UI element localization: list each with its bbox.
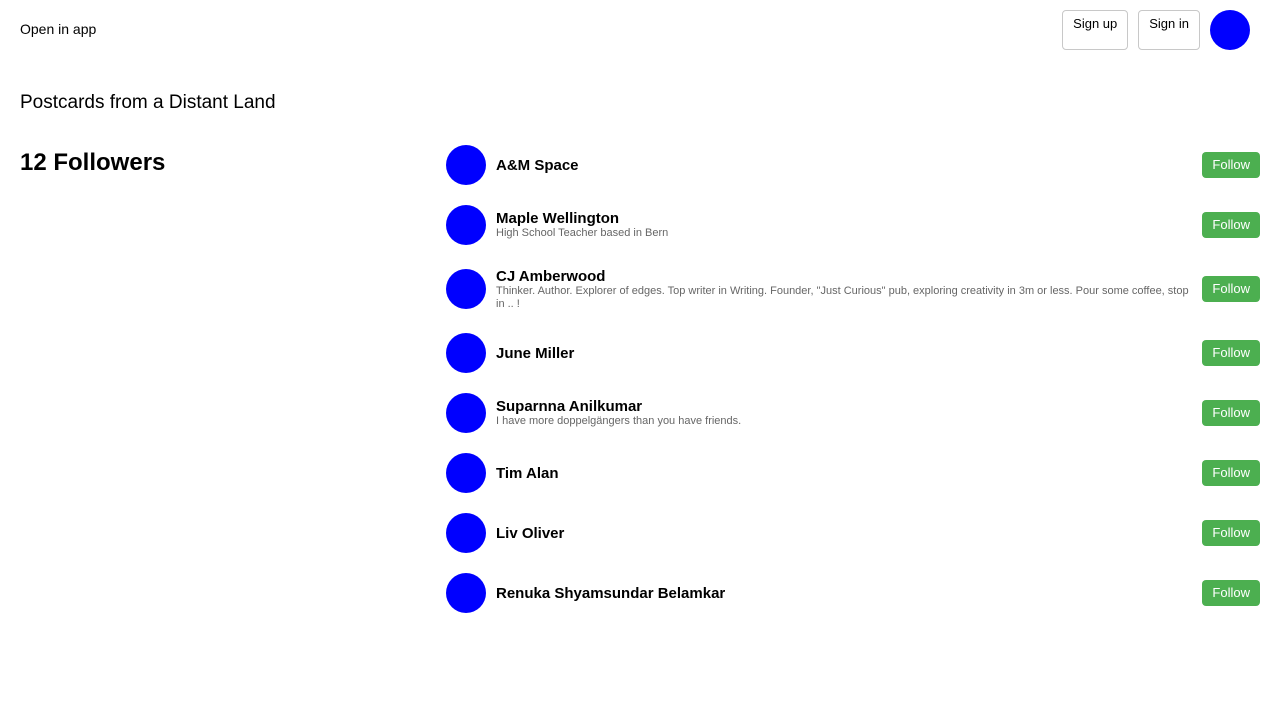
- follow-button[interactable]: Follow: [1202, 460, 1260, 486]
- follower-bio: I have more doppelgängers than you have …: [496, 415, 742, 427]
- follower-list: A&M Space Follow Maple Wellington High S…: [446, 145, 1260, 633]
- follower-info: Renuka Shyamsundar Belamkar: [496, 573, 1200, 613]
- follower-info: Suparnna Anilkumar I have more doppelgän…: [496, 393, 1200, 433]
- follower-bio: High School Teacher based in Bern: [496, 227, 669, 239]
- follower-row: Tim Alan Follow: [446, 453, 1260, 493]
- open-in-app-link[interactable]: Open in app: [20, 21, 96, 37]
- follower-info: Liv Oliver: [496, 513, 1200, 553]
- follower-info: June Miller: [496, 333, 1200, 373]
- follow-button[interactable]: Follow: [1202, 580, 1260, 606]
- follower-avatar-icon[interactable]: [446, 513, 486, 553]
- follower-row: Renuka Shyamsundar Belamkar Follow: [446, 573, 1260, 613]
- follow-button[interactable]: Follow: [1202, 276, 1260, 302]
- user-avatar-icon[interactable]: [1210, 10, 1250, 50]
- follower-avatar-icon[interactable]: [446, 145, 486, 185]
- follower-name[interactable]: Tim Alan: [496, 465, 1200, 482]
- follower-row: Liv Oliver Follow: [446, 513, 1260, 553]
- follow-button[interactable]: Follow: [1202, 152, 1260, 178]
- follower-name[interactable]: CJ Amberwood: [496, 268, 1200, 285]
- follower-name[interactable]: Liv Oliver: [496, 525, 1200, 542]
- follow-button[interactable]: Follow: [1202, 400, 1260, 426]
- follower-row: A&M Space Follow: [446, 145, 1260, 185]
- follower-info: Tim Alan: [496, 453, 1200, 493]
- follow-button[interactable]: Follow: [1202, 340, 1260, 366]
- follower-name[interactable]: Maple Wellington: [496, 210, 1200, 227]
- follower-info: A&M Space: [496, 145, 1200, 185]
- follow-button[interactable]: Follow: [1202, 212, 1260, 238]
- follower-info: CJ Amberwood Thinker. Author. Explorer o…: [496, 265, 1200, 313]
- follow-button[interactable]: Follow: [1202, 520, 1260, 546]
- publication-title[interactable]: Postcards from a Distant Land: [20, 92, 276, 114]
- follower-avatar-icon[interactable]: [446, 205, 486, 245]
- top-bar: Open in app Sign up Sign in: [0, 0, 1280, 60]
- follower-avatar-icon[interactable]: [446, 333, 486, 373]
- follower-row: CJ Amberwood Thinker. Author. Explorer o…: [446, 265, 1260, 313]
- follower-row: Suparnna Anilkumar I have more doppelgän…: [446, 393, 1260, 433]
- follower-name[interactable]: Renuka Shyamsundar Belamkar: [496, 585, 1200, 602]
- follower-name[interactable]: A&M Space: [496, 157, 1200, 174]
- follower-row: Maple Wellington High School Teacher bas…: [446, 205, 1260, 245]
- follower-info: Maple Wellington High School Teacher bas…: [496, 205, 1200, 245]
- page: Open in app Sign up Sign in Postcards fr…: [0, 0, 1280, 720]
- follower-name[interactable]: June Miller: [496, 345, 1200, 362]
- auth-controls: Sign up Sign in: [1062, 10, 1250, 50]
- follower-row: June Miller Follow: [446, 333, 1260, 373]
- follower-avatar-icon[interactable]: [446, 573, 486, 613]
- sign-up-button[interactable]: Sign up: [1062, 10, 1129, 50]
- follower-avatar-icon[interactable]: [446, 393, 486, 433]
- follower-bio: Thinker. Author. Explorer of edges. Top …: [496, 284, 1189, 310]
- follower-avatar-icon[interactable]: [446, 453, 486, 493]
- followers-count-heading: 12 Followers: [20, 149, 166, 176]
- follower-name[interactable]: Suparnna Anilkumar: [496, 398, 1200, 415]
- sign-in-button[interactable]: Sign in: [1138, 10, 1200, 50]
- follower-avatar-icon[interactable]: [446, 269, 486, 309]
